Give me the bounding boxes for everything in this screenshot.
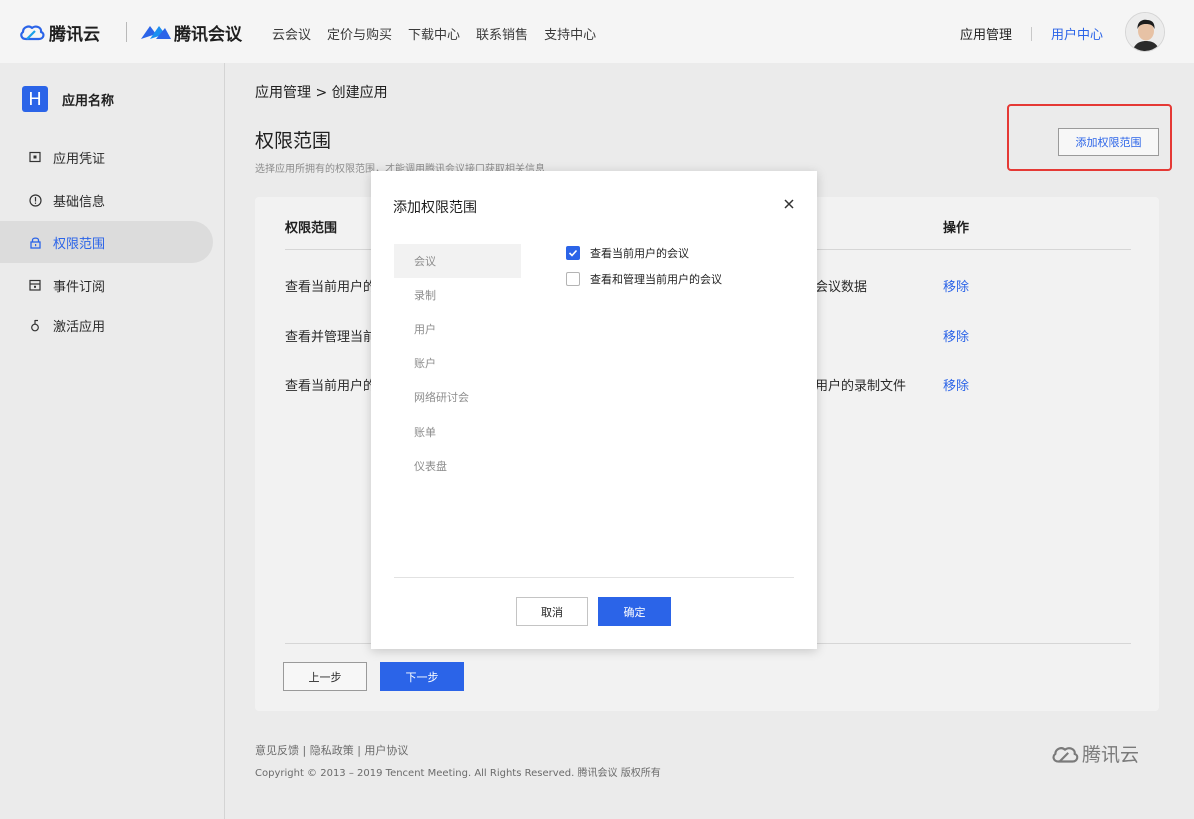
row-1-remove-link[interactable]: 移除 [943,276,969,295]
nav-divider [1031,26,1033,41]
meeting-logo-icon [141,26,171,39]
option-label: 查看和管理当前用户的会议 [590,273,722,286]
checkbox-checked[interactable] [566,246,580,260]
brand-meeting-text: 腾讯会议 [174,24,242,45]
sidebar-item-credentials[interactable]: 应用凭证 [0,136,213,178]
row-3-remove-link[interactable]: 移除 [943,375,969,394]
checkbox-unchecked[interactable] [566,272,580,286]
sidebar-item-label: 基础信息 [53,194,106,210]
sidebar-item-activate-app[interactable]: 激活应用 [0,304,213,346]
category-webinar[interactable]: 网络研讨会 [394,380,521,414]
nav-right: 应用管理 用户中心 [960,24,1103,43]
sidebar-item-label: 事件订阅 [53,279,106,295]
nav-user-center[interactable]: 用户中心 [1051,24,1103,43]
footer-brand-text: 腾讯云 [1082,744,1140,766]
tencent-meeting-logo[interactable]: 腾讯会议 [140,20,242,45]
add-scope-dialog: 添加权限范围 会议 录制 用户 账户 网络研讨会 账单 仪表盘 查看当前用户的会… [371,171,817,649]
lock-icon [28,235,42,249]
top-navbar: 腾讯云 腾讯会议 云会议 定价与购买 下载中心 联系销售 支持中心 应用管理 用… [0,0,1194,63]
option-view-meetings[interactable]: 查看当前用户的会议 [566,245,689,261]
tencent-cloud-logo[interactable]: 腾讯云 [18,20,100,45]
footer-links[interactable]: 意见反馈 | 隐私政策 | 用户协议 [255,742,408,758]
nav-link-contact-sales[interactable]: 联系销售 [476,24,528,43]
category-account[interactable]: 账户 [394,346,521,380]
table-header-scope: 权限范围 [285,221,338,236]
option-label: 查看当前用户的会议 [590,247,689,260]
sidebar-item-label: 激活应用 [53,319,106,335]
sidebar-item-label: 应用凭证 [53,151,106,167]
activate-icon [28,318,42,332]
dialog-divider [394,577,794,578]
add-scope-button[interactable]: 添加权限范围 [1058,128,1159,156]
row-3-scope: 查看当前用户的 [285,379,377,394]
nav-link-pricing[interactable]: 定价与购买 [327,24,392,43]
nav-app-management[interactable]: 应用管理 [960,24,1012,43]
page-title: 权限范围 [255,130,332,152]
close-icon[interactable] [780,195,798,213]
info-circle-icon [28,193,42,207]
brand-divider [126,22,127,42]
user-avatar-icon [1126,13,1164,51]
sidebar-item-basic-info[interactable]: 基础信息 [0,179,213,221]
category-user[interactable]: 用户 [394,312,521,346]
calendar-icon [28,278,42,292]
avatar[interactable] [1125,12,1165,52]
option-view-manage-meetings[interactable]: 查看和管理当前用户的会议 [566,271,722,287]
category-dashboard[interactable]: 仪表盘 [394,449,521,483]
footer-brand: 腾讯云 [1050,740,1139,767]
sidebar-item-event-subscription[interactable]: 事件订阅 [0,264,213,306]
credential-icon [28,150,42,164]
cloud-logo-icon [20,25,45,41]
footer-copyright: Copyright © 2013 – 2019 Tencent Meeting.… [255,768,661,779]
category-billing[interactable]: 账单 [394,415,521,449]
next-step-button[interactable]: 下一步 [380,662,464,691]
footer-cloud-logo-icon [1052,746,1079,763]
app-badge: H [22,86,48,112]
row-2-remove-link[interactable]: 移除 [943,326,969,345]
sidebar: H 应用名称 应用凭证 基础信息 权限范围 事件订阅 激活应用 [0,63,225,819]
top-nav-links: 云会议 定价与购买 下载中心 联系销售 支持中心 [272,24,596,43]
app-header: H 应用名称 [22,86,114,112]
prev-step-button[interactable]: 上一步 [283,662,367,691]
row-3-desc: 用户的录制文件 [815,379,907,394]
table-header-action: 操作 [943,221,970,236]
row-1-scope: 查看当前用户的 [285,280,377,295]
cancel-button[interactable]: 取消 [516,597,588,626]
nav-link-cloud-meeting[interactable]: 云会议 [272,24,311,43]
row-1-desc: 会议数据 [815,280,868,295]
sidebar-item-permissions[interactable]: 权限范围 [0,221,213,263]
confirm-button[interactable]: 确定 [598,597,671,626]
row-2-scope: 查看并管理当前 [285,330,377,345]
category-meeting[interactable]: 会议 [394,244,521,278]
app-name: 应用名称 [62,93,115,109]
breadcrumb: 应用管理 > 创建应用 [255,85,388,101]
dialog-title: 添加权限范围 [393,200,477,216]
nav-link-download[interactable]: 下载中心 [408,24,460,43]
brand-cloud-text: 腾讯云 [49,24,100,45]
nav-link-support[interactable]: 支持中心 [544,24,596,43]
category-recording[interactable]: 录制 [394,278,521,312]
sidebar-item-label: 权限范围 [53,236,106,252]
